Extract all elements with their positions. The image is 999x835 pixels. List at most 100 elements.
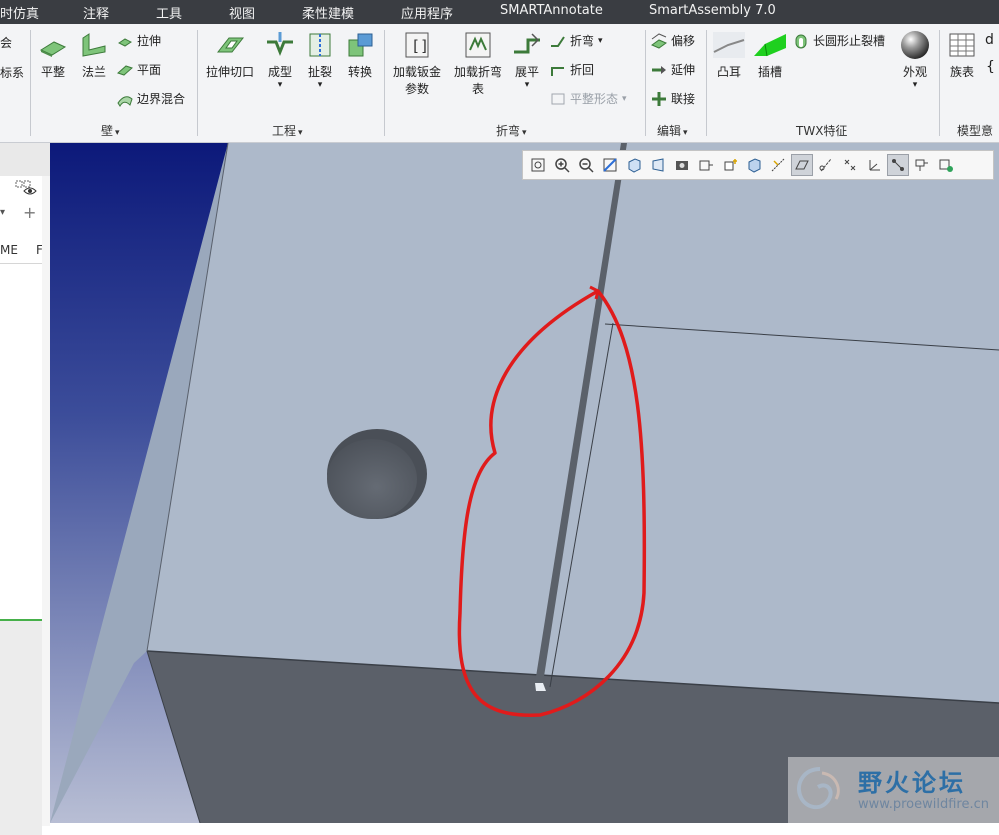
model-cut-item-2[interactable]: { [986,59,995,75]
planar-button[interactable]: 平面 [117,61,161,78]
form-icon [267,32,293,57]
flange-icon [82,33,106,57]
zoom-out-icon[interactable] [575,154,597,176]
appearance-button[interactable]: 外观 ▾ [896,30,934,90]
extrude-button[interactable]: 拉伸 [117,32,161,49]
appearance-icon[interactable] [935,154,957,176]
zoom-in-icon[interactable] [551,154,573,176]
ribbon-separator [645,30,646,136]
ribbon-cut-item-2[interactable]: 标系 [0,64,24,81]
flange-label: 法兰 [81,65,106,79]
bend-back-label: 折回 [570,63,595,77]
menu-applications[interactable]: 应用程序 [401,3,453,22]
perspective-icon[interactable] [647,154,669,176]
model-tree-panel: ▾ + ME F [0,143,50,835]
wall-group-label[interactable]: 壁 ▾ [101,122,120,139]
load-sheet-params-button[interactable]: [] 加载钣金 参数 [389,30,445,97]
ribbon: 会 标系 平整 法兰 拉伸 平面 边界混合 壁 ▾ 拉伸切口 成型 ▾ 扯裂 ▾ … [0,24,999,143]
tree-column-header[interactable]: ME [0,243,18,257]
edit-group-label[interactable]: 编辑 ▾ [657,122,688,139]
extrude-cut-button[interactable]: 拉伸切口 [203,30,257,80]
extend-icon [652,65,666,74]
point-display-icon[interactable] [839,154,861,176]
bend-button[interactable]: 折弯 ▾ [550,32,603,49]
model-cut-item-1[interactable]: d [985,32,994,48]
flange-button[interactable]: 法兰 [77,30,111,80]
form-button[interactable]: 成型 ▾ [263,30,297,90]
chevron-down-icon: ▾ [622,93,627,104]
ribbon-cut-item-1[interactable]: 会 [0,34,12,51]
tree-settings-icon[interactable] [14,179,38,199]
slot-label: 插槽 [757,65,782,79]
bend-back-icon [551,66,564,76]
unbend-label: 展平 [514,65,539,79]
csys-display-icon[interactable] [863,154,885,176]
unbend-button[interactable]: 展平 ▾ [510,30,544,90]
chevron-down-icon: ▾ [524,80,530,90]
menu-view[interactable]: 视图 [229,3,255,22]
annotation-display-icon[interactable] [887,154,909,176]
svg-text:[]: [] [411,37,429,55]
refit-icon[interactable] [527,154,549,176]
menu-smartassembly[interactable]: SmartAssembly 7.0 [649,3,776,18]
menu-simulation[interactable]: 时仿真 [0,3,39,22]
view-manager-icon[interactable] [695,154,717,176]
model-view[interactable] [50,143,999,823]
flat-state-icon [551,93,565,104]
convert-label: 转换 [347,65,372,79]
display-style-icon[interactable] [743,154,765,176]
menu-flexible-modeling[interactable]: 柔性建模 [302,3,354,22]
panel-sash[interactable] [42,176,50,826]
extend-button[interactable]: 延伸 [651,61,695,78]
axis-display-icon[interactable] [815,154,837,176]
convert-button[interactable]: 转换 [343,30,377,80]
repaint-icon[interactable] [599,154,621,176]
load-bend-table-label-1: 加载折弯 [453,65,502,79]
add-column-icon[interactable]: + [23,203,36,222]
datum-display-icon[interactable] [767,154,789,176]
rip-icon [309,33,331,57]
menu-smartannotate[interactable]: SMARTAnnotate [500,3,603,18]
orient-icon[interactable] [719,154,741,176]
top-face[interactable] [147,143,999,703]
bend-back-button[interactable]: 折回 [550,61,594,78]
menu-annotate[interactable]: 注释 [83,3,109,22]
extrude-label: 拉伸 [137,34,162,48]
saved-views-icon[interactable] [671,154,693,176]
planar-label: 平面 [137,63,162,77]
menu-tools[interactable]: 工具 [156,3,182,22]
graphics-viewport[interactable] [50,143,999,823]
convex-tab-button[interactable]: 凸耳 [711,30,747,80]
tree-filter-chevron-icon[interactable]: ▾ [0,207,5,218]
twx-group-label: TWX特征 [796,124,848,138]
ribbon-separator [706,30,707,136]
rip-button[interactable]: 扯裂 ▾ [303,30,337,90]
oblong-relief-label: 长圆形止裂槽 [813,34,886,48]
watermark-url: www.proewildfire.cn [858,797,989,812]
extrude-icon [118,37,132,47]
bend-label: 折弯 [570,34,595,48]
oblong-relief-button[interactable]: 长圆形止裂槽 [793,32,885,49]
sheet-params-icon: [] [405,32,429,58]
bend-icon [551,35,565,47]
flat-wall-button[interactable]: 平整 [36,30,70,80]
slot-button[interactable]: 插槽 [752,30,788,80]
load-bend-table-button[interactable]: 加载折弯 表 [450,30,506,97]
engineering-group-label[interactable]: 工程 ▾ [272,122,303,139]
watermark: 野火论坛 www.proewildfire.cn [788,757,999,823]
flat-state-label: 平整形态 [570,92,619,106]
chevron-down-icon: ▾ [277,80,283,90]
spin-center-icon[interactable] [911,154,933,176]
offset-button[interactable]: 偏移 [651,32,695,49]
ribbon-separator [30,30,31,136]
load-sheet-params-label-2: 参数 [404,82,429,96]
family-table-button[interactable]: 族表 [944,30,980,80]
flat-state-button[interactable]: 平整形态 ▾ [550,90,627,107]
plane-display-icon[interactable] [791,154,813,176]
boundary-blend-button[interactable]: 边界混合 [117,90,185,107]
chevron-down-icon: ▾ [298,128,303,138]
shading-icon[interactable] [623,154,645,176]
bend-group-label[interactable]: 折弯 ▾ [496,122,527,139]
join-button[interactable]: 联接 [651,90,695,107]
flat-wall-label: 平整 [40,65,65,79]
